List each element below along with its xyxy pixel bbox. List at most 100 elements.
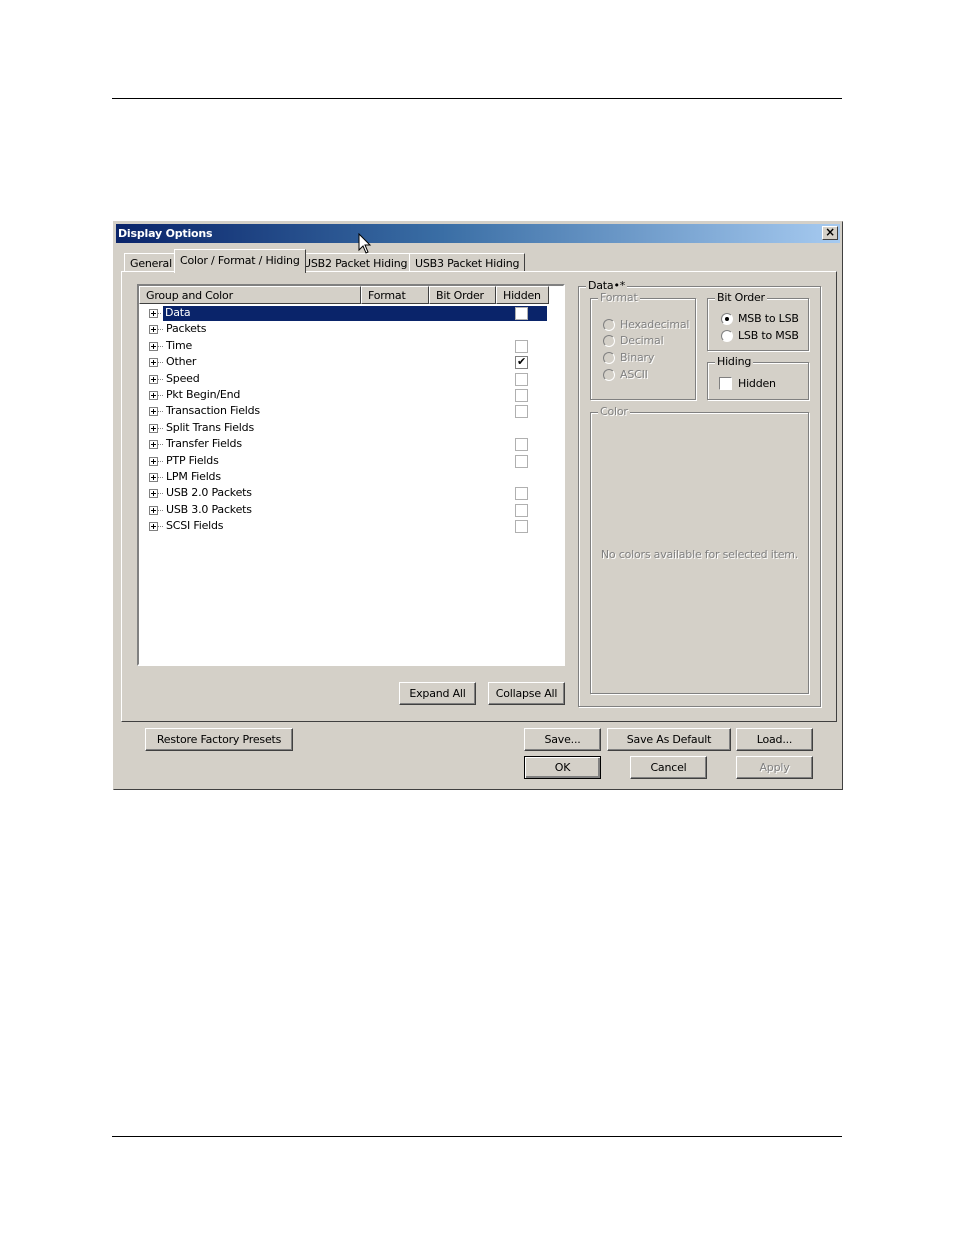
hidden-column-checkbox[interactable]	[515, 520, 528, 534]
list-item[interactable]: Pkt Begin/End	[139, 387, 549, 403]
hidden-checkbox-label: Hidden	[738, 377, 776, 390]
hiding-group-title: Hiding	[715, 355, 754, 368]
list-item[interactable]: USB 2.0 Packets	[139, 485, 549, 501]
tree-connector	[158, 395, 163, 396]
list-item-label: Time	[166, 338, 193, 352]
list-item[interactable]: PTP Fields	[139, 453, 549, 469]
tab-general[interactable]: General	[124, 253, 178, 272]
bit-order-group-title: Bit Order	[715, 291, 767, 304]
hidden-column-checkbox[interactable]	[515, 389, 528, 402]
save-as-default-button[interactable]: Save As Default	[607, 728, 731, 751]
hidden-column-checkbox[interactable]	[515, 438, 528, 452]
hidden-column-checkbox[interactable]	[515, 405, 528, 419]
hidden-column-checkbox[interactable]	[515, 307, 528, 320]
list-item[interactable]: Packets	[139, 321, 549, 337]
list-item-label: USB 3.0 Packets	[166, 502, 252, 516]
tab-label: General	[130, 257, 172, 270]
expand-plus-icon[interactable]	[149, 391, 158, 400]
hidden-column-checkbox[interactable]: ✔	[515, 356, 528, 370]
group-color-listview[interactable]: Group and Color Format Bit Order Hidden …	[137, 284, 565, 666]
color-group-title: Color	[598, 405, 630, 418]
tree-connector	[158, 329, 163, 331]
expand-plus-icon[interactable]	[149, 341, 158, 351]
hidden-column-checkbox[interactable]	[515, 339, 528, 353]
list-item[interactable]: SCSI Fields	[139, 518, 549, 534]
tree-connector	[158, 460, 163, 462]
list-item-label: LPM Fields	[166, 470, 221, 483]
tree-connector	[158, 411, 163, 413]
column-bit-order[interactable]: Bit Order	[429, 286, 496, 304]
hidden-column-checkbox[interactable]	[515, 372, 528, 386]
expand-plus-icon[interactable]	[149, 522, 158, 532]
hidden-column-checkbox[interactable]	[515, 503, 528, 517]
column-group-and-color[interactable]: Group and Color	[139, 286, 361, 304]
hidden-column-checkbox[interactable]	[515, 487, 528, 501]
list-item[interactable]: USB 3.0 Packets	[139, 502, 549, 518]
list-item[interactable]: Transfer Fields	[139, 436, 549, 452]
tree-connector	[158, 378, 163, 380]
expand-plus-icon[interactable]	[149, 505, 158, 515]
expand-plus-icon[interactable]	[149, 374, 158, 384]
no-colors-message: No colors available for selected item.	[600, 548, 799, 561]
tab-label: Color / Format / Hiding	[180, 254, 300, 267]
list-item[interactable]: Other ✔	[139, 354, 549, 370]
column-format[interactable]: Format	[361, 286, 429, 304]
expand-plus-icon[interactable]	[149, 407, 158, 417]
radio-icon	[603, 369, 615, 381]
cancel-button[interactable]: Cancel	[630, 756, 707, 779]
apply-button[interactable]: Apply	[736, 756, 813, 779]
hidden-column-checkbox[interactable]	[515, 454, 528, 468]
page-top-rule	[112, 98, 842, 99]
list-item[interactable]: LPM Fields	[139, 469, 549, 485]
expand-plus-icon[interactable]	[149, 358, 158, 368]
radio-label: Hexadecimal	[620, 318, 690, 331]
radio-label: LSB to MSB	[738, 329, 799, 342]
close-icon[interactable]: ×	[822, 226, 838, 240]
expand-plus-icon[interactable]	[149, 423, 158, 433]
button-label: Save...	[544, 733, 581, 746]
tree-connector	[158, 427, 163, 429]
button-label: Save As Default	[626, 733, 712, 746]
tab-color-format-hiding[interactable]: Color / Format / Hiding	[174, 249, 306, 273]
collapse-all-button[interactable]: Collapse All	[488, 682, 565, 705]
radio-icon	[721, 313, 733, 325]
expand-plus-icon[interactable]	[149, 489, 158, 499]
list-item[interactable]: Data	[139, 305, 549, 322]
radio-icon	[721, 330, 733, 342]
tab-label: USB3 Packet Hiding	[415, 257, 520, 270]
list-item[interactable]: Time	[139, 338, 549, 354]
list-item-label: SCSI Fields	[166, 519, 224, 533]
expand-all-button[interactable]: Expand All	[399, 682, 476, 705]
radio-icon	[603, 319, 615, 331]
radio-icon	[603, 352, 615, 364]
tab-usb2-packet-hiding[interactable]: USB2 Packet Hiding	[297, 253, 414, 272]
format-group-title: Format	[598, 291, 640, 304]
button-label: Restore Factory Presets	[156, 733, 282, 746]
tab-usb3-packet-hiding[interactable]: USB3 Packet Hiding	[409, 253, 526, 272]
tree-connector	[158, 509, 163, 511]
page-bottom-rule	[112, 1136, 842, 1137]
expand-plus-icon[interactable]	[149, 309, 158, 318]
radio-label: MSB to LSB	[738, 312, 799, 325]
load-button[interactable]: Load...	[736, 728, 813, 751]
list-item[interactable]: Split Trans Fields	[139, 420, 549, 436]
list-item[interactable]: Transaction Fields	[139, 403, 549, 419]
list-item-label: Data	[162, 305, 548, 322]
save-button[interactable]: Save...	[524, 728, 601, 751]
hidden-checkbox[interactable]	[719, 377, 732, 390]
column-hidden[interactable]: Hidden	[496, 286, 549, 304]
ok-button[interactable]: OK	[524, 756, 601, 779]
expand-plus-icon[interactable]	[149, 473, 158, 482]
tree-connector	[158, 493, 163, 495]
expand-plus-icon[interactable]	[149, 456, 158, 466]
button-label: Collapse All	[495, 687, 558, 700]
tree-connector	[158, 362, 163, 364]
expand-plus-icon[interactable]	[149, 325, 158, 335]
button-label: OK	[554, 761, 571, 774]
expand-plus-icon[interactable]	[149, 440, 158, 450]
list-item[interactable]: Speed	[139, 371, 549, 387]
restore-factory-presets-button[interactable]: Restore Factory Presets	[145, 728, 293, 751]
button-label: Cancel	[650, 761, 687, 774]
tree-connector	[158, 477, 163, 478]
dialog-titlebar[interactable]: Display Options ×	[116, 224, 840, 243]
